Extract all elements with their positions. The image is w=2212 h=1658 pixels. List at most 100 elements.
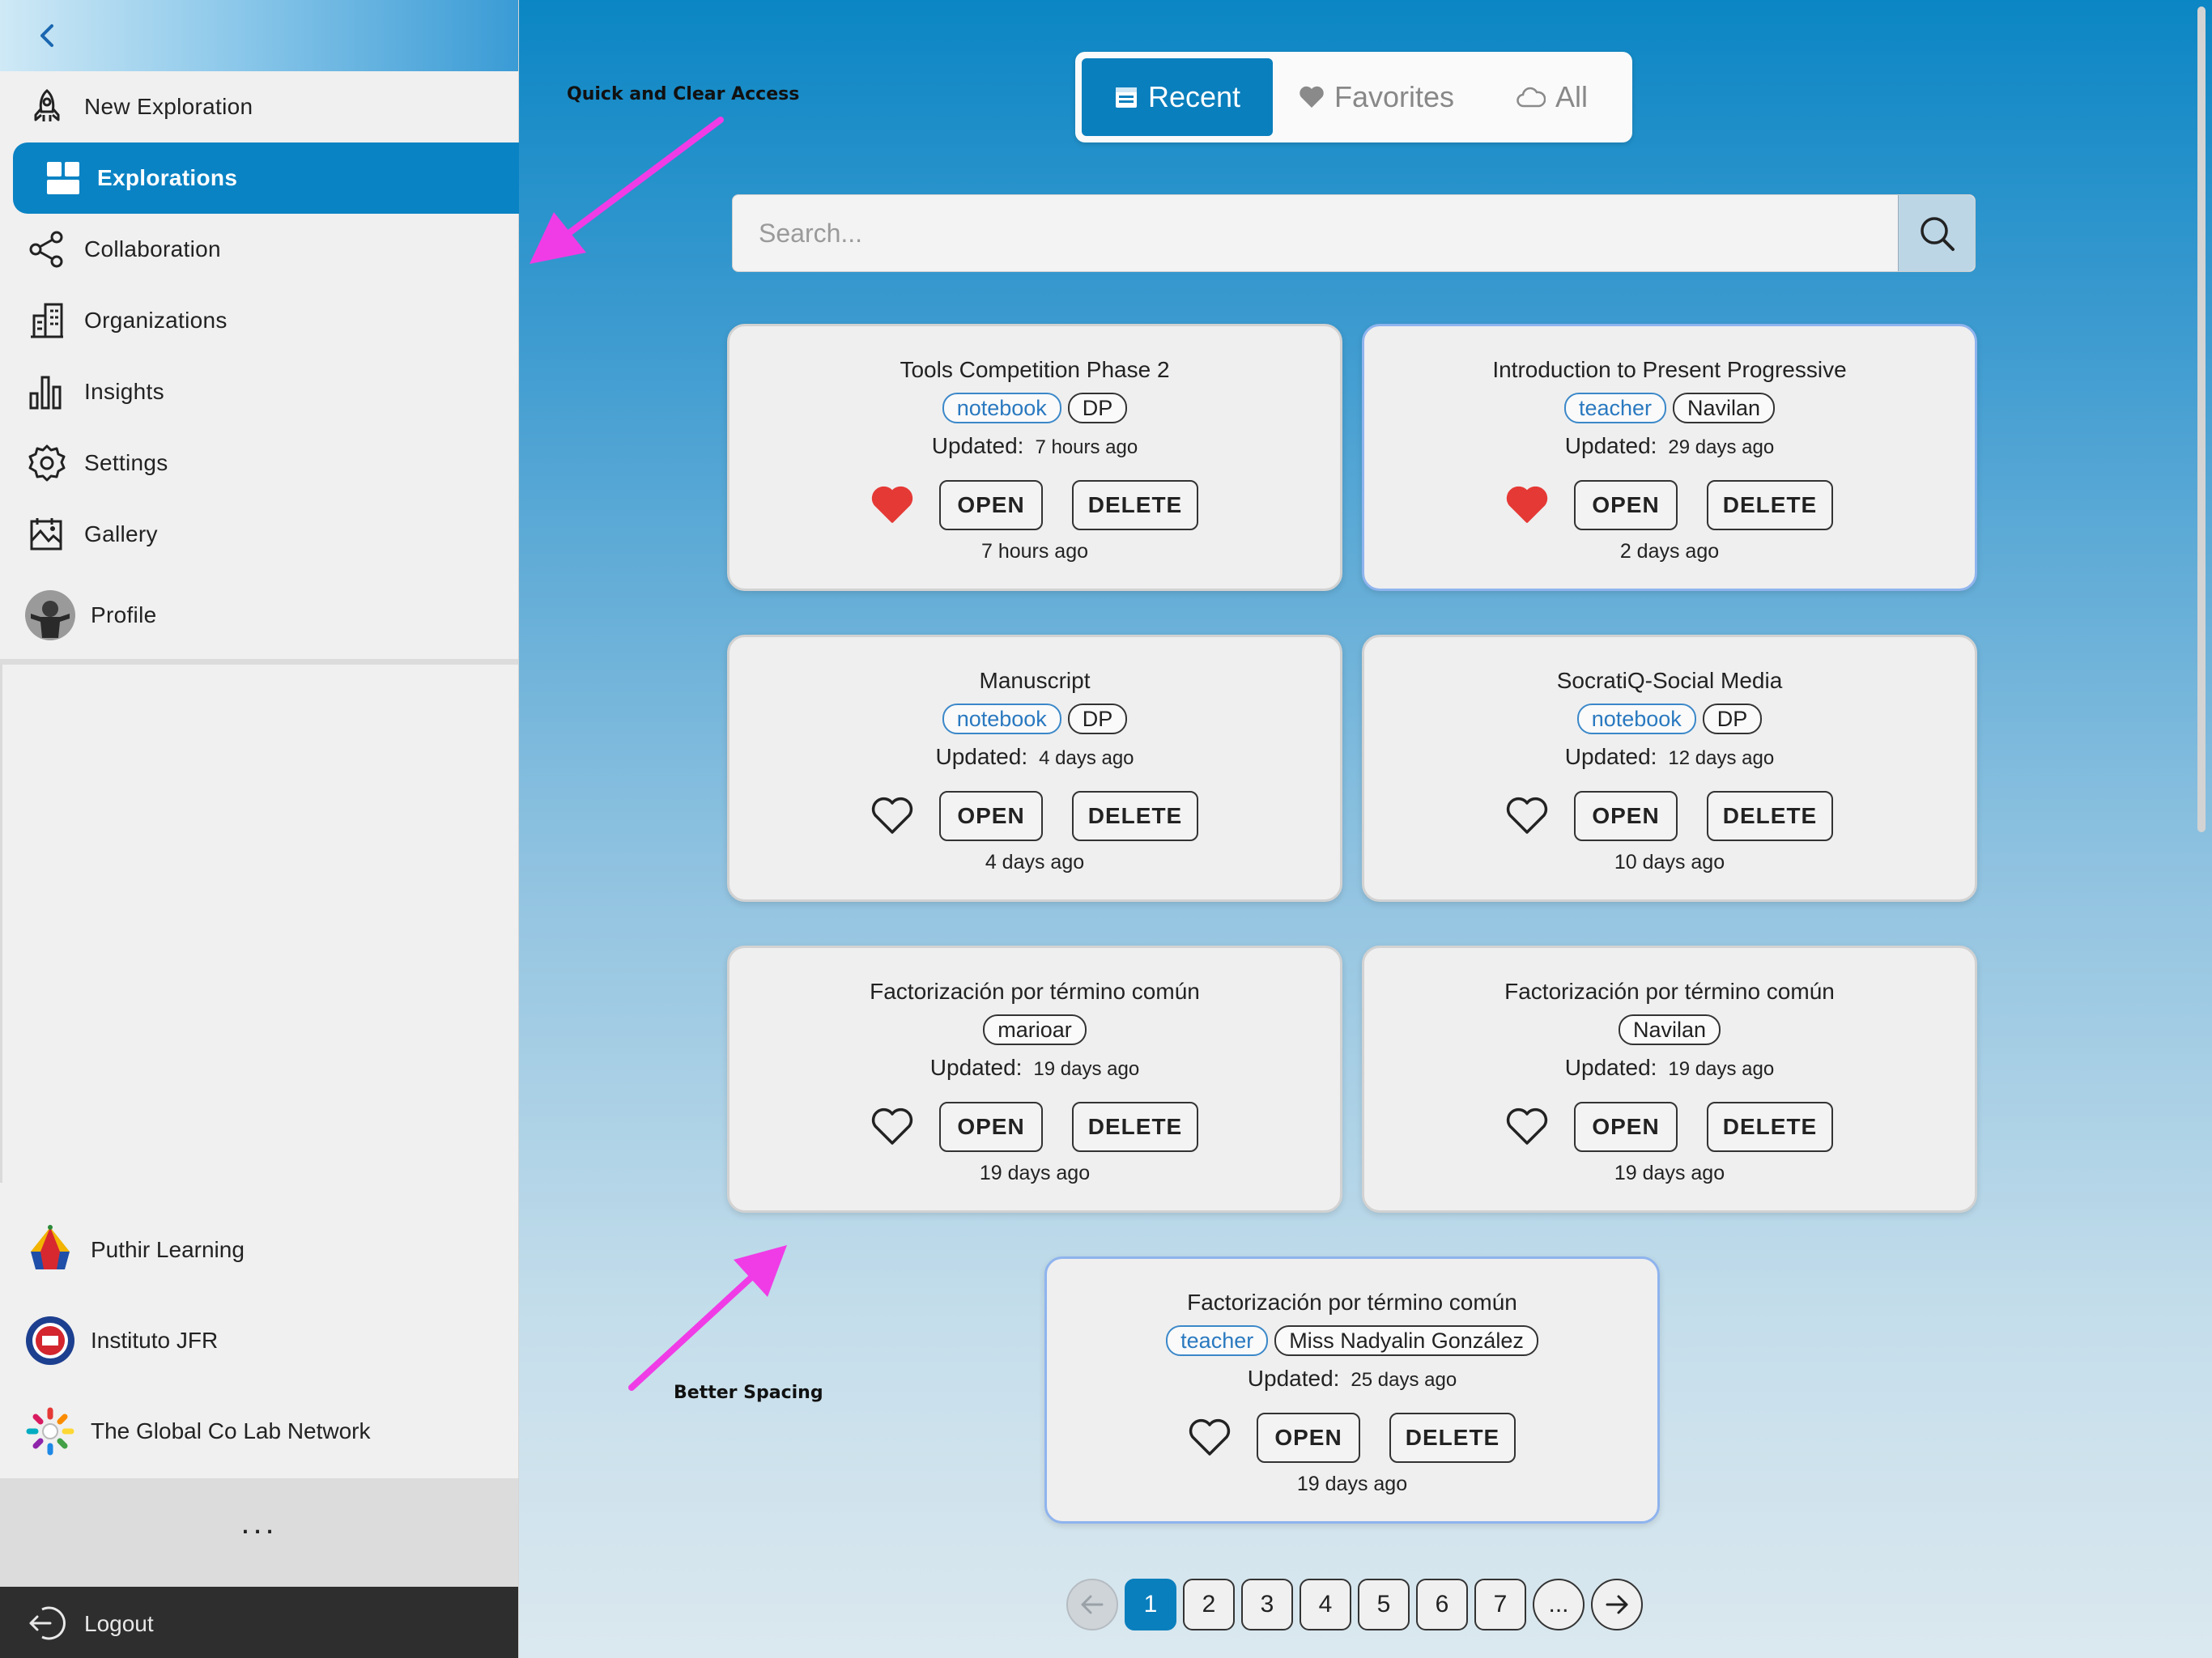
logout-button[interactable]: Logout bbox=[0, 1587, 518, 1658]
sidebar-item-label: Insights bbox=[84, 379, 164, 404]
tab-label: Favorites bbox=[1334, 80, 1455, 113]
open-button[interactable]: OPEN bbox=[939, 1102, 1043, 1152]
heart-outline-icon[interactable] bbox=[1506, 797, 1548, 835]
tab-favorites[interactable]: Favorites bbox=[1278, 58, 1475, 136]
card-subtext: 7 hours ago bbox=[981, 540, 1089, 563]
updated-label: Updated: bbox=[929, 1055, 1023, 1080]
more-bar: ... bbox=[0, 1478, 518, 1587]
tab-recent[interactable]: Recent bbox=[1082, 58, 1273, 136]
tag-chip[interactable]: notebook bbox=[1576, 704, 1696, 734]
delete-button[interactable]: DELETE bbox=[1389, 1413, 1516, 1463]
heart-filled-icon[interactable] bbox=[1506, 486, 1548, 525]
sidebar-item-settings[interactable]: Settings bbox=[0, 429, 518, 497]
heart-filled-icon[interactable] bbox=[871, 486, 913, 525]
rocket-icon bbox=[34, 89, 60, 121]
card-title: Factorización por término común bbox=[1504, 979, 1835, 1004]
search-input[interactable] bbox=[733, 195, 1891, 271]
open-button[interactable]: OPEN bbox=[1257, 1413, 1360, 1463]
card-subtext: 10 days ago bbox=[1614, 851, 1725, 874]
card-subtext: 19 days ago bbox=[979, 1162, 1091, 1184]
page-2-button[interactable]: 2 bbox=[1183, 1579, 1235, 1630]
heart-outline-icon[interactable] bbox=[871, 797, 913, 835]
heart-outline-icon[interactable] bbox=[1506, 1107, 1548, 1146]
delete-button[interactable]: DELETE bbox=[1707, 791, 1833, 841]
sidebar-item-insights[interactable]: Insights bbox=[0, 358, 518, 426]
page-ellipsis-button[interactable]: ... bbox=[1533, 1579, 1585, 1630]
prev-page-button[interactable] bbox=[1066, 1579, 1118, 1630]
org-item-global-co-lab[interactable]: The Global Co Lab Network bbox=[0, 1394, 518, 1467]
bar-chart-icon bbox=[29, 376, 62, 410]
sidebar-item-profile[interactable]: Profile bbox=[0, 580, 518, 651]
delete-button[interactable]: DELETE bbox=[1072, 791, 1198, 841]
open-button[interactable]: OPEN bbox=[1574, 480, 1678, 530]
exploration-card: Factorización por término común marioar Up… bbox=[727, 946, 1342, 1213]
card-actions: OPEN DELETE bbox=[1364, 480, 1975, 530]
sidebar-item-label: Gallery bbox=[84, 521, 158, 546]
tag-chip[interactable]: Navilan bbox=[1673, 393, 1776, 423]
delete-button[interactable]: DELETE bbox=[1072, 1102, 1198, 1152]
tab-all[interactable]: All bbox=[1478, 58, 1626, 136]
sidebar-item-collaboration[interactable]: Collaboration bbox=[0, 215, 518, 283]
sidebar-item-gallery[interactable]: Gallery bbox=[0, 500, 518, 568]
tag-chip[interactable]: notebook bbox=[942, 393, 1061, 423]
tag-chip[interactable]: marioar bbox=[983, 1014, 1087, 1045]
tag-chip[interactable]: DP bbox=[1067, 393, 1128, 423]
scrollbar[interactable] bbox=[2197, 6, 2206, 832]
calendar-icon bbox=[1115, 87, 1137, 108]
sidebar-item-organizations[interactable]: Organizations bbox=[0, 287, 518, 355]
card-subtext: 19 days ago bbox=[1296, 1473, 1408, 1495]
delete-button[interactable]: DELETE bbox=[1707, 1102, 1833, 1152]
page-6-button[interactable]: 6 bbox=[1416, 1579, 1468, 1630]
next-page-button[interactable] bbox=[1591, 1579, 1643, 1630]
page-7-button[interactable]: 7 bbox=[1474, 1579, 1526, 1630]
page-5-button[interactable]: 5 bbox=[1358, 1579, 1410, 1630]
updated-label: Updated: bbox=[1564, 1055, 1657, 1080]
search-icon bbox=[1921, 217, 1955, 251]
tag-chip[interactable]: DP bbox=[1702, 704, 1763, 734]
more-button[interactable]: ... bbox=[227, 1507, 291, 1551]
org-item-puthir-learning[interactable]: Puthir Learning bbox=[0, 1213, 518, 1286]
page-1-button[interactable]: 1 bbox=[1125, 1579, 1176, 1630]
delete-button[interactable]: DELETE bbox=[1707, 480, 1833, 530]
heart-outline-icon[interactable] bbox=[871, 1107, 913, 1146]
sidebar-item-new-exploration[interactable]: New Exploration bbox=[0, 73, 518, 141]
card-updated: Updated: 25 days ago bbox=[1047, 1366, 1657, 1392]
card-title: Factorización por término común bbox=[1187, 1290, 1517, 1315]
tag-chip[interactable]: Navilan bbox=[1618, 1014, 1721, 1045]
tag-chip[interactable]: teacher bbox=[1563, 393, 1666, 423]
sidebar-item-explorations[interactable]: Explorations bbox=[13, 142, 531, 214]
cloud-icon bbox=[1516, 87, 1546, 108]
tag-chip[interactable]: notebook bbox=[942, 704, 1061, 734]
updated-value: 4 days ago bbox=[1039, 747, 1134, 769]
sidebar-item-label: Organizations bbox=[84, 308, 228, 333]
open-button[interactable]: OPEN bbox=[1574, 791, 1678, 841]
sidebar-item-label: Settings bbox=[84, 450, 168, 475]
sidebar-item-label: Profile bbox=[91, 602, 157, 627]
search-button[interactable] bbox=[1898, 195, 1975, 271]
tag-chip[interactable]: Miss Nadyalin González bbox=[1274, 1325, 1538, 1356]
annotation-bottom: Better Spacing bbox=[674, 1383, 823, 1403]
logout-label: Logout bbox=[84, 1611, 154, 1636]
view-tabs: Recent Favorites All bbox=[1075, 52, 1632, 142]
logout-icon bbox=[29, 1606, 66, 1640]
back-button[interactable] bbox=[31, 18, 66, 53]
share-icon bbox=[29, 231, 63, 268]
updated-value: 7 hours ago bbox=[1035, 436, 1138, 458]
open-button[interactable]: OPEN bbox=[939, 791, 1043, 841]
tag-chip[interactable]: teacher bbox=[1166, 1325, 1269, 1356]
page-4-button[interactable]: 4 bbox=[1300, 1579, 1351, 1630]
sidebar-item-label: Collaboration bbox=[84, 236, 221, 261]
heart-outline-icon[interactable] bbox=[1189, 1418, 1231, 1457]
card-tags: notebook DP bbox=[730, 393, 1340, 423]
card-actions: OPEN DELETE bbox=[1364, 1102, 1975, 1152]
tag-chip[interactable]: DP bbox=[1067, 704, 1128, 734]
open-button[interactable]: OPEN bbox=[939, 480, 1043, 530]
sidebar-divider bbox=[0, 659, 518, 665]
main-content: Recent Favorites All Tools Competition P… bbox=[519, 0, 2212, 1658]
org-item-instituto-jfr[interactable]: Instituto JFR bbox=[0, 1303, 518, 1376]
delete-button[interactable]: DELETE bbox=[1072, 480, 1198, 530]
page-3-button[interactable]: 3 bbox=[1241, 1579, 1293, 1630]
open-button[interactable]: OPEN bbox=[1574, 1102, 1678, 1152]
card-actions: OPEN DELETE bbox=[1047, 1413, 1657, 1463]
instituto-jfr-logo bbox=[26, 1316, 74, 1365]
